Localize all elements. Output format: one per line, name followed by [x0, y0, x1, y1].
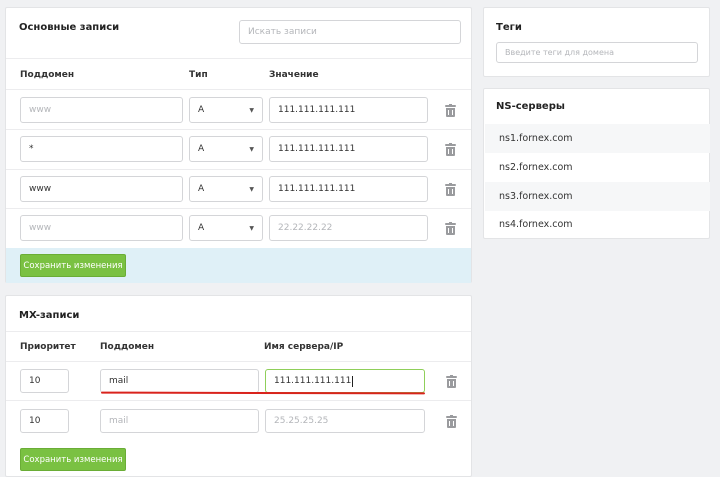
trash-icon[interactable]: [445, 104, 456, 117]
mx-records-panel: MX-записи Приоритет Поддомен Имя сервера…: [5, 295, 472, 477]
type-select[interactable]: A ▼: [189, 97, 263, 123]
subdomain-input[interactable]: www: [20, 97, 183, 123]
divider: [6, 331, 471, 332]
value-input[interactable]: 111.111.111.111: [269, 97, 428, 123]
tags-panel: Теги Введите теги для домена: [483, 7, 710, 77]
divider: [6, 208, 471, 209]
column-header-subdomain: Поддомен: [100, 342, 155, 352]
divider: [6, 89, 471, 90]
mx-records-title: MX-записи: [19, 310, 80, 321]
text-cursor: [352, 375, 354, 387]
column-header-value: Значение: [269, 70, 319, 80]
divider: [6, 58, 471, 59]
column-header-type: Тип: [189, 70, 208, 80]
trash-icon[interactable]: [445, 183, 456, 196]
chevron-down-icon: ▼: [249, 185, 254, 193]
divider: [6, 400, 471, 401]
priority-input[interactable]: 10: [20, 409, 69, 433]
ns-servers-title: NS-серверы: [496, 101, 565, 112]
tags-title: Теги: [496, 22, 522, 33]
divider: [6, 361, 471, 362]
divider: [6, 129, 471, 130]
server-input[interactable]: 111.111.111.111: [265, 369, 425, 393]
chevron-down-icon: ▼: [249, 224, 254, 232]
tags-input[interactable]: Введите теги для домена: [496, 42, 698, 63]
main-records-panel: Основные записи Искать записи Поддомен Т…: [5, 7, 472, 283]
annotation-underline: [100, 391, 426, 395]
chevron-down-icon: ▼: [249, 145, 254, 153]
divider: [6, 169, 471, 170]
server-input-value: 111.111.111.111: [274, 376, 352, 386]
type-select-value: A: [198, 184, 205, 194]
server-input[interactable]: 25.25.25.25: [265, 409, 425, 433]
type-select-value: A: [198, 223, 205, 233]
type-select-value: A: [198, 144, 205, 154]
mx-save-changes-button[interactable]: Сохранить изменения: [20, 448, 126, 471]
column-header-subdomain: Поддомен: [20, 70, 75, 80]
value-input[interactable]: 111.111.111.111: [269, 136, 428, 162]
trash-icon[interactable]: [446, 415, 457, 428]
ns-servers-panel: NS-серверы ns1.fornex.com ns2.fornex.com…: [483, 88, 710, 239]
trash-icon[interactable]: [446, 375, 457, 388]
mx-subdomain-input[interactable]: mail: [100, 369, 259, 393]
mx-subdomain-input[interactable]: mail: [100, 409, 259, 433]
value-input[interactable]: 22.22.22.22: [269, 215, 428, 241]
save-changes-button[interactable]: Сохранить изменения: [20, 254, 126, 277]
trash-icon[interactable]: [445, 222, 456, 235]
type-select-value: A: [198, 105, 205, 115]
subdomain-input[interactable]: www: [20, 176, 183, 202]
type-select[interactable]: A ▼: [189, 136, 263, 162]
chevron-down-icon: ▼: [249, 106, 254, 114]
ns-server-item: ns1.fornex.com: [485, 124, 710, 153]
value-input[interactable]: 111.111.111.111: [269, 176, 428, 202]
column-header-priority: Приоритет: [20, 342, 76, 352]
type-select[interactable]: A ▼: [189, 176, 263, 202]
subdomain-input[interactable]: *: [20, 136, 183, 162]
main-records-title: Основные записи: [19, 22, 120, 33]
ns-server-item: ns4.fornex.com: [499, 219, 573, 230]
search-records-input[interactable]: Искать записи: [239, 20, 461, 44]
trash-icon[interactable]: [445, 143, 456, 156]
ns-server-item: ns3.fornex.com: [485, 182, 710, 211]
column-header-server: Имя сервера/IP: [264, 342, 344, 352]
subdomain-input[interactable]: www: [20, 215, 183, 241]
priority-input[interactable]: 10: [20, 369, 69, 393]
ns-server-item: ns2.fornex.com: [499, 162, 573, 173]
type-select[interactable]: A ▼: [189, 215, 263, 241]
